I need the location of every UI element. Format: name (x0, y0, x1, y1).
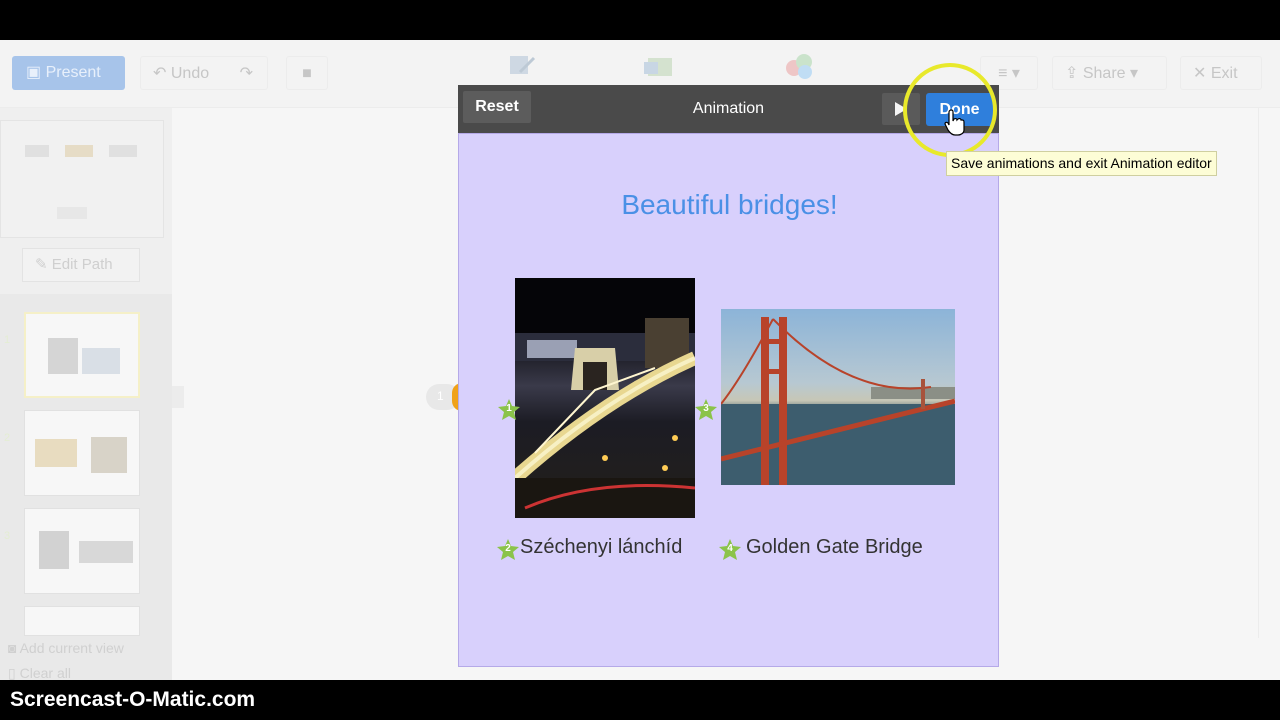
themes-icon[interactable] (783, 52, 817, 80)
slide-title[interactable]: Beautiful bridges! (459, 189, 1000, 221)
insert-icon[interactable] (506, 52, 540, 80)
animation-step-number: 4 (727, 543, 733, 554)
undo-label: Undo (170, 65, 210, 82)
chain-bridge-photo[interactable] (515, 278, 695, 518)
minimap-frame (25, 145, 49, 157)
trash-icon: ▯ (8, 665, 16, 680)
path-sidebar: ✎ Edit Path 1 2 3 ◙ Add current view ▯ C… (0, 108, 172, 680)
golden-gate-bridge-photo[interactable] (721, 309, 955, 485)
path-thumbnail[interactable] (24, 508, 140, 594)
reset-button[interactable]: Reset (463, 91, 531, 123)
animation-step-badge[interactable]: 4 (718, 538, 742, 562)
thumbnail-image (79, 541, 133, 563)
path-thumbnail[interactable] (24, 312, 140, 398)
clear-all-label: Clear all (19, 665, 71, 680)
golden-gate-caption[interactable]: Golden Gate Bridge (746, 536, 923, 559)
save-icon: ■ (302, 65, 312, 82)
close-icon: ✕ (1193, 65, 1207, 82)
share-icon: ⇪ (1065, 65, 1079, 82)
canvas-edge (1258, 108, 1262, 638)
path-thumbnail-list: 1 2 3 (0, 294, 172, 680)
thumbnail-image (39, 531, 69, 569)
path-thumbnail[interactable] (24, 606, 140, 636)
slide-canvas[interactable]: Beautiful bridges! Széchenyi lánchíd Gol… (458, 133, 999, 667)
path-step-number: 2 (4, 432, 11, 444)
animation-step-badge[interactable]: 2 (496, 538, 520, 562)
edit-path-button[interactable]: ✎ Edit Path (22, 248, 140, 282)
exit-label: Exit (1210, 65, 1238, 82)
share-button[interactable]: ⇪ Share ▾ (1052, 56, 1167, 90)
clear-all-button[interactable]: ▯ Clear all (8, 665, 71, 680)
path-step-number: 1 (437, 389, 444, 403)
chain-bridge-illustration (515, 278, 695, 518)
animation-step-number: 2 (505, 543, 511, 554)
camera-icon: ◙ (8, 640, 17, 656)
edit-path-label: Edit Path (51, 256, 113, 273)
thumbnail-image (35, 439, 77, 467)
present-icon: ▣ (26, 64, 42, 81)
present-button[interactable]: ▣ Present (12, 56, 125, 90)
animation-step-badge[interactable]: 3 (694, 398, 718, 422)
undo-button[interactable]: ↶ Undo ↷ (140, 56, 268, 90)
animation-step-badge[interactable]: 1 (497, 398, 521, 422)
done-tooltip: Save animations and exit Animation edito… (946, 151, 1217, 176)
path-step-number: 1 (4, 334, 11, 346)
path-step-number: 3 (4, 530, 11, 542)
animation-step-number: 3 (703, 403, 709, 414)
hand-cursor-icon (944, 109, 965, 136)
thumbnail-image (82, 348, 120, 374)
menu-icon: ≡ ▾ (998, 65, 1020, 82)
animation-step-number: 1 (506, 403, 512, 414)
screen: ▣ Present ↶ Undo ↷ ■ ≡ ▾ ⇪ Share ▾ ✕ Exi… (0, 0, 1280, 720)
minimap-frame (109, 145, 137, 157)
screencast-watermark: Screencast-O-Matic.com (10, 688, 256, 711)
minimap-frame (57, 207, 87, 219)
insert-image-icon[interactable] (642, 52, 676, 80)
add-view-label: Add current view (19, 640, 124, 656)
present-label: Present (45, 64, 101, 81)
minimap-frame (65, 145, 93, 157)
thumbnail-image (91, 437, 127, 473)
save-button[interactable]: ■ (286, 56, 328, 90)
thumbnail-image (48, 338, 78, 374)
animation-editor: Animation Reset Done Beautiful bridges! (458, 85, 999, 667)
exit-button[interactable]: ✕ Exit (1180, 56, 1262, 90)
chain-bridge-caption[interactable]: Széchenyi lánchíd (520, 536, 682, 559)
pencil-icon: ✎ (35, 256, 48, 273)
golden-gate-illustration (721, 317, 955, 485)
overview-minimap[interactable] (0, 120, 164, 238)
sidebar-resize-handle[interactable] (172, 386, 184, 408)
path-thumbnail[interactable] (24, 410, 140, 496)
video-bottom-letterbox: Screencast-O-Matic.com (0, 680, 1280, 720)
undo-icon: ↶ (153, 65, 167, 82)
video-top-letterbox (0, 0, 1280, 40)
chevron-down-icon: ▾ (1130, 65, 1139, 82)
share-label: Share (1082, 65, 1126, 82)
add-current-view-button[interactable]: ◙ Add current view (8, 640, 124, 656)
redo-icon[interactable]: ↷ (240, 65, 253, 82)
